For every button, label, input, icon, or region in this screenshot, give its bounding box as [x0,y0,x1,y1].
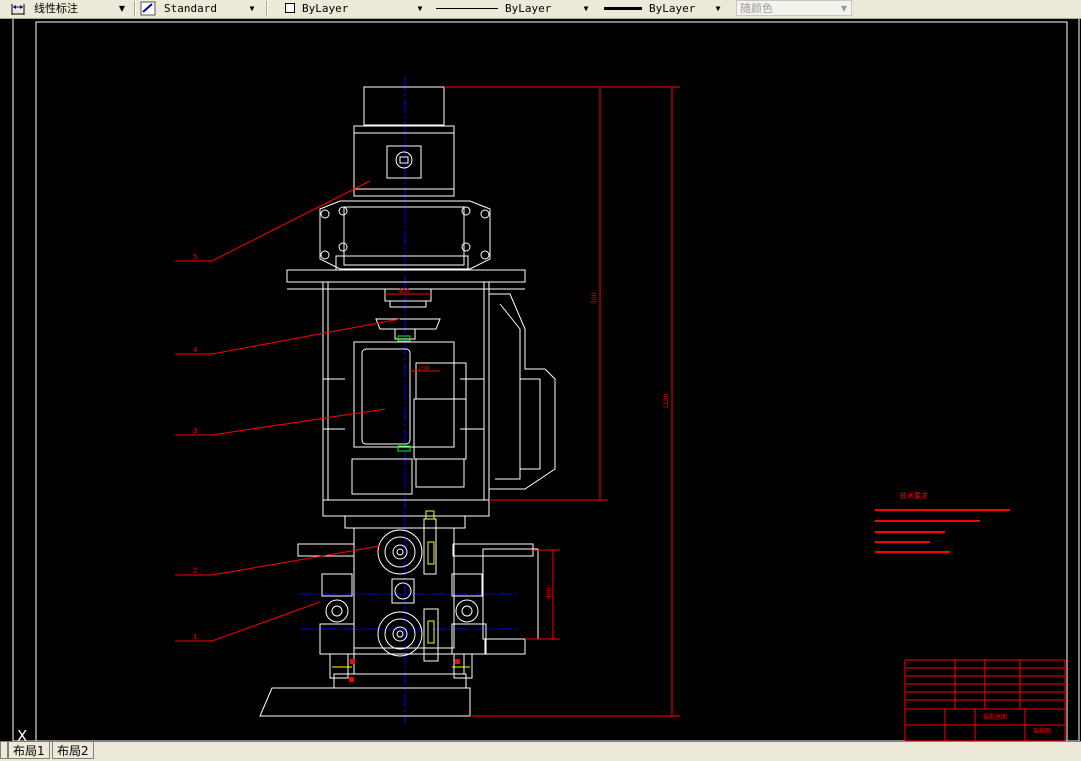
text-style-value: Standard [164,1,217,15]
tech-requirements-lines [875,509,1010,553]
dim-upper[interactable]: 500 [591,292,598,304]
tech-requirements-title[interactable]: 技术要求 [900,491,928,500]
plot-style-value: 随颜色 [740,2,773,15]
balloon-labels: 5 4 3 2 1 [193,253,198,641]
color-swatch-icon [285,3,295,13]
sheet-border-inner [35,21,1068,741]
toolbar-separator [266,1,268,16]
lineweight-dropdown[interactable]: ByLayer ▼ [600,0,726,16]
balloon-5[interactable]: 5 [193,253,197,261]
dimension-style-value: 线性标注 [34,2,78,15]
chevron-down-icon[interactable]: ▼ [115,1,129,15]
tab-layout2[interactable]: 布局2 [52,742,94,759]
dim-overall[interactable]: 1120 [663,394,670,409]
linetype-value: ByLayer [505,1,552,15]
balloon-2[interactable]: 2 [193,567,197,575]
title-block-name[interactable]: 装配总图 [983,713,1007,721]
dimension-style-icon[interactable] [10,1,26,16]
chevron-down-icon[interactable]: ▼ [711,1,725,15]
layout-tabbar: 布局1 布局2 [0,741,1081,761]
balloon-3[interactable]: 3 [193,427,197,435]
dimension-style-dropdown[interactable]: 线性标注 ▼ [30,0,130,16]
title-block-sheet[interactable]: 装配图 [1033,727,1051,735]
balloon-4[interactable]: 4 [193,346,198,354]
tab-scroll-arrow[interactable] [0,742,8,759]
balloon-1[interactable]: 1 [193,633,197,641]
chevron-down-icon[interactable]: ▼ [413,1,427,15]
tab-layout1[interactable]: 布局1 [8,742,50,759]
chevron-down-icon[interactable]: ▼ [245,1,259,15]
green-accents [397,335,411,452]
plot-style-dropdown: 随颜色 ▼ [736,0,852,16]
dim-mid[interactable]: 400 [398,288,410,295]
chevron-down-icon[interactable]: ▼ [579,1,593,15]
dimension-texts: 1120 500 400 400 150 [398,288,670,599]
leader-lines [175,180,401,642]
title-block-texts: 装配总图 装配图 [983,713,1051,735]
fastener-accents [332,510,470,668]
dimension-lines [385,86,680,717]
text-style-dropdown[interactable]: Standard ▼ [160,0,260,16]
sheet-border-outer [12,19,1080,741]
chevron-down-icon: ▼ [840,3,848,13]
drawing-canvas[interactable]: 5 4 3 2 1 1120 500 400 400 150 技术要求 装配总图… [0,19,1081,745]
linetype-sample-icon [436,7,498,9]
lineweight-value: ByLayer [649,1,696,15]
cad-drawing: 5 4 3 2 1 1120 500 400 400 150 技术要求 装配总图… [12,19,1080,741]
toolbar-separator [134,1,136,16]
linetype-dropdown[interactable]: ByLayer ▼ [432,0,594,16]
lineweight-sample-icon [604,6,642,10]
dim-side[interactable]: 400 [546,587,553,599]
text-style-icon[interactable] [140,1,156,16]
assembly-outline [259,86,556,717]
layer-color-dropdown[interactable]: ByLayer ▼ [281,0,428,16]
layer-color-value: ByLayer [302,1,349,15]
properties-toolbar: 线性标注 ▼ Standard ▼ ByLayer ▼ ByLayer ▼ By… [0,0,1081,19]
dim-small[interactable]: 150 [418,365,430,372]
